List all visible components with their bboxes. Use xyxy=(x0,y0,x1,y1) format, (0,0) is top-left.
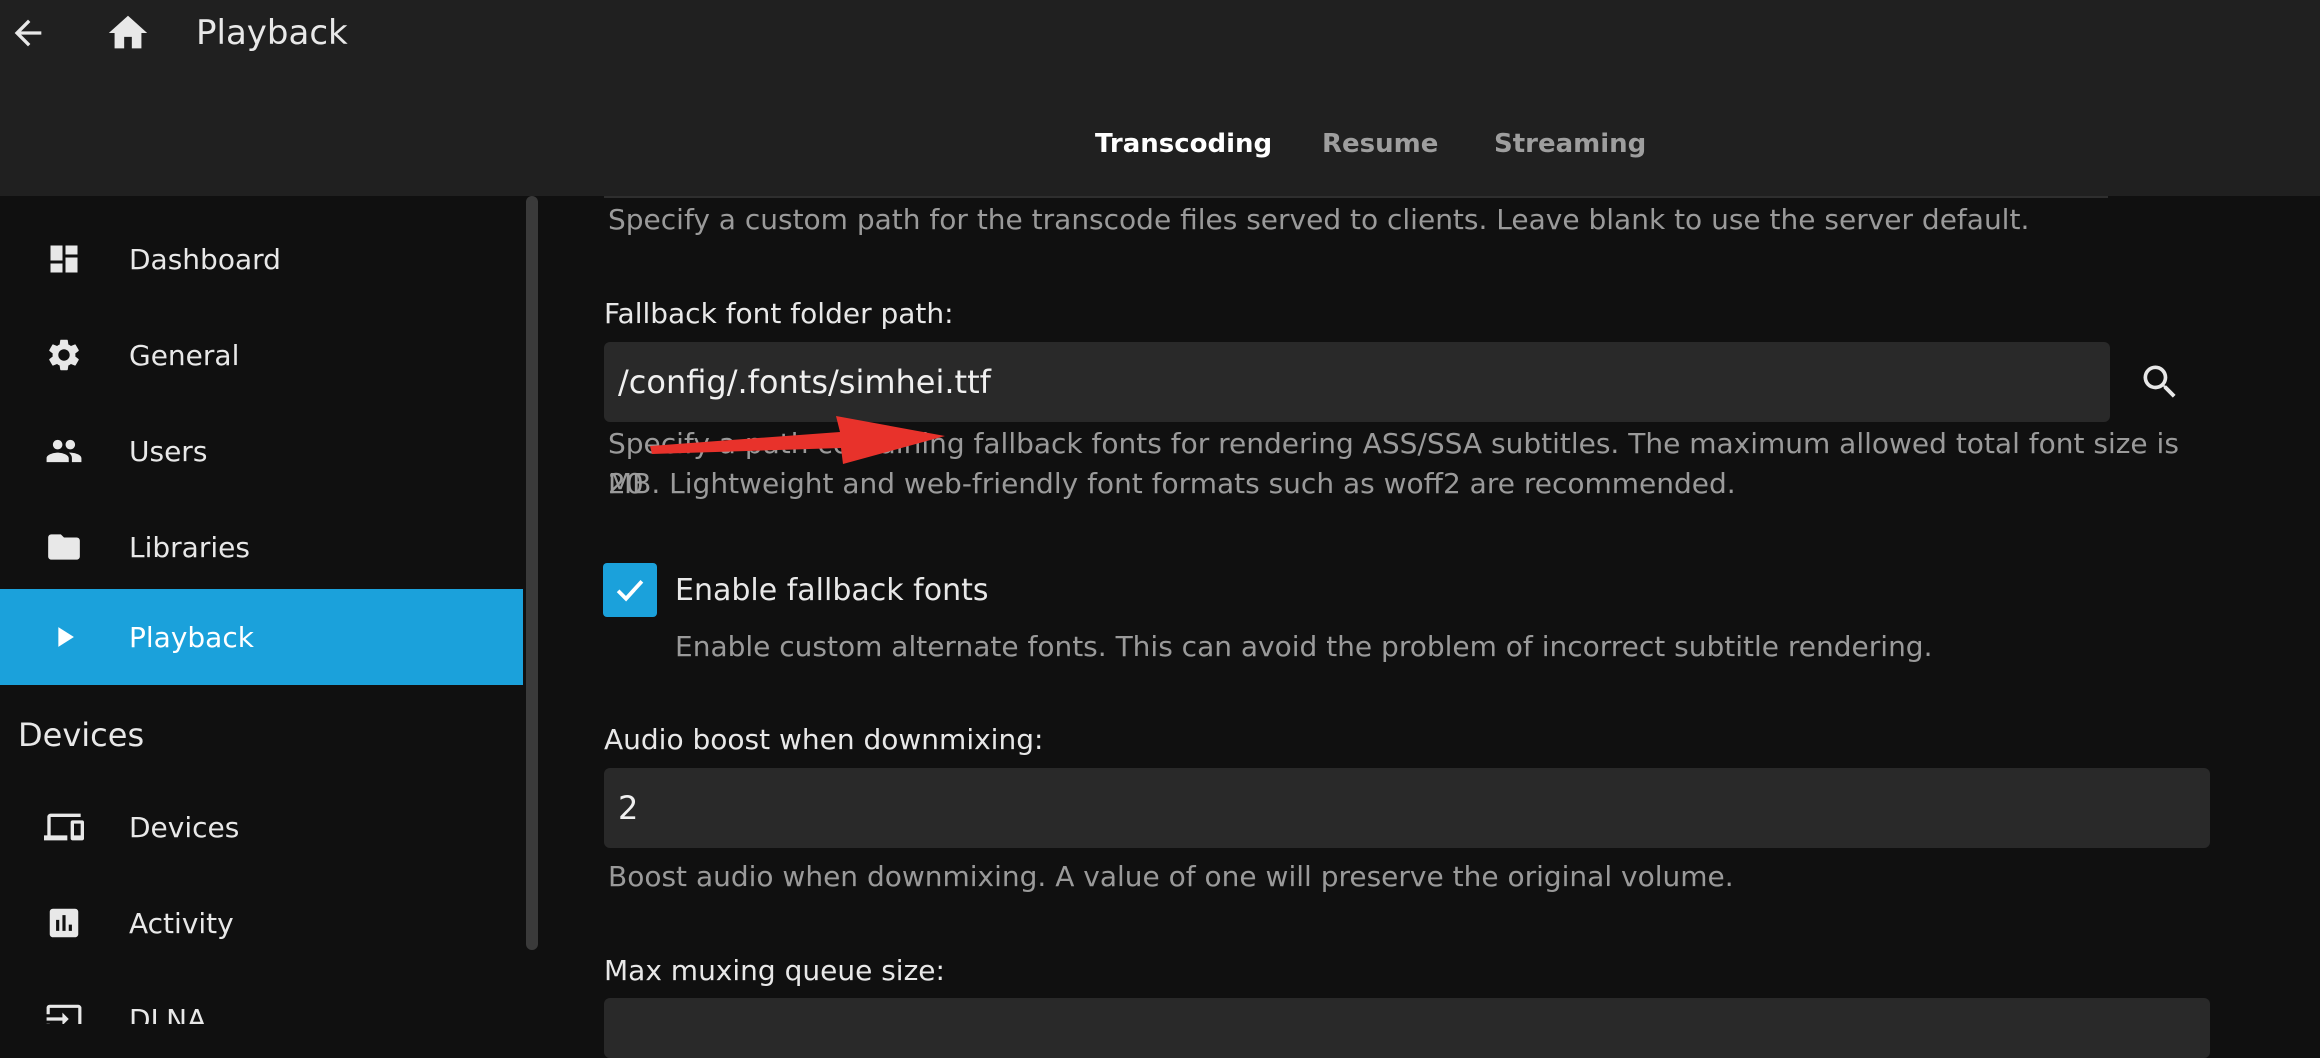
home-icon xyxy=(108,15,148,49)
sidebar-item-dlna[interactable]: DLNA xyxy=(0,971,523,1024)
sidebar-item-playback[interactable]: Playback xyxy=(0,589,523,685)
audio-boost-label: Audio boost when downmixing: xyxy=(604,723,1044,756)
dashboard-icon xyxy=(44,239,84,279)
enable-fallback-fonts-checkbox[interactable] xyxy=(603,563,657,617)
play-icon xyxy=(44,617,84,657)
sidebar-item-label: Dashboard xyxy=(129,242,281,276)
gear-icon xyxy=(44,335,84,375)
sidebar-item-devices[interactable]: Devices xyxy=(0,779,523,875)
sidebar-item-label: Users xyxy=(129,434,208,468)
enable-fallback-fonts-help: Enable custom alternate fonts. This can … xyxy=(675,630,1933,663)
home-button[interactable] xyxy=(102,8,154,58)
sidebar-item-activity[interactable]: Activity xyxy=(0,875,523,971)
audio-boost-help: Boost audio when downmixing. A value of … xyxy=(608,860,1734,893)
max-muxing-queue-label: Max muxing queue size: xyxy=(604,954,945,987)
back-button[interactable] xyxy=(4,8,52,58)
people-icon xyxy=(44,431,84,471)
input-icon xyxy=(44,999,84,1024)
fallback-font-label: Fallback font folder path: xyxy=(604,297,954,330)
devices-section-heading: Devices xyxy=(18,716,145,754)
sidebar-item-general[interactable]: General xyxy=(0,307,523,403)
app-header: Playback Transcoding Resume Streaming xyxy=(0,0,2320,196)
devices-icon xyxy=(44,807,84,847)
sidebar-item-label: Devices xyxy=(129,810,240,844)
sidebar-item-label: Activity xyxy=(129,906,234,940)
tab-streaming[interactable]: Streaming xyxy=(1494,126,1646,162)
checkmark-icon xyxy=(616,580,644,602)
tab-resume[interactable]: Resume xyxy=(1322,126,1438,162)
input-underline xyxy=(604,196,2108,198)
sidebar-scrollbar[interactable] xyxy=(526,196,538,950)
sidebar-item-label: General xyxy=(129,338,240,372)
sidebar-item-libraries[interactable]: Libraries xyxy=(0,499,523,595)
sidebar-item-label: Libraries xyxy=(129,530,250,564)
max-muxing-queue-input[interactable] xyxy=(604,998,2210,1058)
enable-fallback-fonts-label: Enable fallback fonts xyxy=(675,573,989,608)
search-icon xyxy=(2143,365,2176,398)
sidebar-item-dashboard[interactable]: Dashboard xyxy=(0,211,523,307)
activity-icon xyxy=(44,903,84,943)
sidebar: Dashboard General Users Libraries Playba… xyxy=(0,196,524,1024)
audio-boost-input[interactable]: 2 xyxy=(604,768,2210,848)
folder-icon xyxy=(44,527,84,567)
arrow-back-icon xyxy=(14,19,42,47)
transcode-path-help: Specify a custom path for the transcode … xyxy=(608,203,2030,236)
tab-transcoding[interactable]: Transcoding xyxy=(1095,126,1272,162)
sidebar-item-label: DLNA xyxy=(129,1002,207,1025)
page-title: Playback xyxy=(196,13,348,53)
sidebar-item-users[interactable]: Users xyxy=(0,403,523,499)
annotation-arrow xyxy=(650,416,945,464)
browse-button[interactable] xyxy=(2130,354,2190,410)
sidebar-item-label: Playback xyxy=(129,620,254,654)
